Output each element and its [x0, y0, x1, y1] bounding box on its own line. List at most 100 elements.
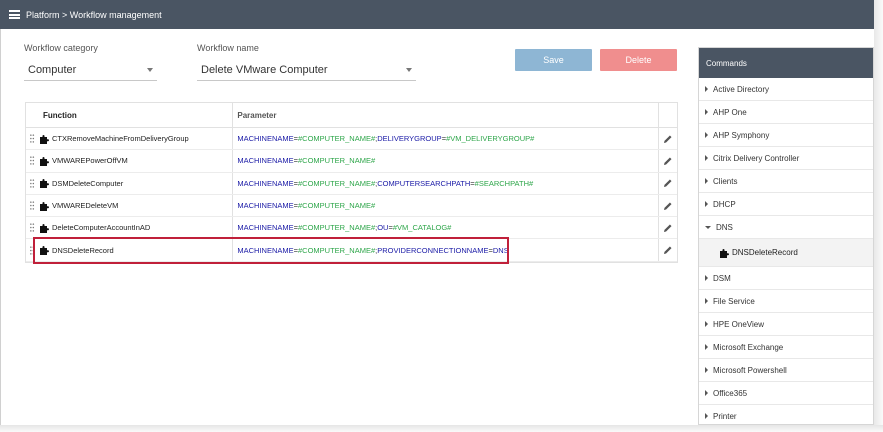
command-group[interactable]: File Service — [699, 290, 873, 313]
parameter-token: #SEARCHPATH# — [474, 178, 534, 188]
save-button[interactable]: Save — [515, 49, 592, 71]
chevron-right-icon — [705, 390, 708, 396]
commands-panel: Commands Active Directory AHP One AHP Symp… — [698, 47, 874, 428]
command-group-label: AHP Symphony — [713, 130, 770, 140]
function-name: DSMDeleteComputer — [51, 178, 124, 188]
screenshot-shadow-right — [874, 0, 883, 432]
parameter-token: OU — [377, 223, 389, 233]
edit-button[interactable] — [659, 150, 677, 171]
drag-cell[interactable] — [26, 195, 39, 216]
command-group[interactable]: AHP Symphony — [699, 124, 873, 147]
workflow-name-select[interactable]: Delete VMware Computer — [197, 59, 416, 81]
chevron-right-icon — [705, 201, 708, 207]
pencil-icon[interactable] — [664, 246, 672, 255]
chevron-down-icon — [147, 67, 153, 72]
command-group[interactable]: DHCP — [699, 193, 873, 216]
edit-button[interactable] — [659, 128, 677, 149]
puzzle-icon — [39, 134, 49, 144]
command-group-label: HPE OneView — [713, 319, 764, 329]
highlight-box — [33, 237, 509, 264]
parameter-token: #VM_DELIVERYGROUP# — [446, 134, 535, 144]
function-name: VMWAREPowerOffVM — [51, 156, 128, 166]
command-item-label: DNSDeleteRecord — [732, 248, 798, 257]
parameter-cell: MACHINENAME = #COMPUTER_NAME#; OU = #VM_CATAL… — [233, 217, 660, 239]
puzzle-icon — [39, 201, 49, 211]
puzzle-icon — [39, 156, 49, 166]
function-cell: CTXRemoveMachineFromDeliveryGroup — [39, 128, 234, 150]
drag-cell[interactable] — [26, 173, 39, 194]
table-row[interactable]: CTXRemoveMachineFromDeliveryGroup MACHINE… — [26, 128, 677, 151]
drag-handle-icon[interactable] — [30, 201, 35, 210]
command-group[interactable]: Clients — [699, 170, 873, 193]
commands-list: Active Directory AHP One AHP Symphony Citri… — [699, 78, 873, 428]
chevron-right-icon — [705, 155, 708, 161]
edit-button[interactable] — [659, 195, 677, 216]
workflow-category-select[interactable]: Computer — [24, 59, 157, 81]
top-bar: Platform > Workflow management — [0, 0, 883, 29]
command-group[interactable]: DNS — [699, 216, 873, 239]
drag-cell[interactable] — [26, 128, 39, 149]
command-group-label: Active Directory — [713, 84, 770, 94]
function-cell: DSMDeleteComputer — [39, 172, 234, 194]
parameter-token: #COMPUTER_NAME# — [298, 134, 376, 144]
command-group[interactable]: Microsoft Powershell — [699, 359, 873, 382]
parameter-token: #COMPUTER_NAME# — [298, 156, 376, 166]
command-item[interactable]: DNSDeleteRecord — [699, 239, 873, 267]
pencil-icon[interactable] — [664, 202, 672, 210]
chevron-right-icon — [705, 321, 708, 327]
command-group[interactable]: Microsoft Exchange — [699, 336, 873, 359]
parameter-cell: MACHINENAME = #COMPUTER_NAME# — [233, 194, 660, 217]
drag-handle-icon[interactable] — [30, 179, 35, 188]
function-cell: DeleteComputerAccountInAD — [39, 217, 234, 239]
command-group[interactable]: DSM — [699, 267, 873, 290]
workflow-category-label: Workflow category — [24, 43, 98, 53]
delete-button[interactable]: Delete — [600, 49, 677, 71]
drag-handle-icon[interactable] — [30, 134, 35, 143]
table-row[interactable]: DSMDeleteComputer MACHINENAME = #COMPUTER_N… — [26, 172, 677, 195]
workflow-editor: Workflow category Computer Workflow name… — [0, 29, 695, 432]
pencil-icon[interactable] — [664, 135, 672, 143]
chevron-down-icon — [406, 67, 412, 72]
command-group[interactable]: Active Directory — [699, 78, 873, 101]
pencil-icon[interactable] — [664, 224, 672, 232]
hamburger-icon[interactable] — [9, 10, 20, 19]
edit-button[interactable] — [659, 173, 677, 194]
chevron-right-icon — [705, 178, 708, 184]
workflow-category-value: Computer — [28, 63, 77, 76]
table-row[interactable]: VMWAREDeleteVM MACHINENAME = #COMPUTER_NAME… — [26, 194, 677, 218]
command-group-label: Microsoft Powershell — [713, 365, 787, 375]
screenshot-shadow-bottom — [0, 425, 883, 432]
command-group-label: Clients — [713, 176, 738, 186]
commands-title: Commands — [699, 48, 873, 78]
parameter-token: #COMPUTER_NAME# — [298, 201, 376, 211]
puzzle-icon — [39, 223, 49, 233]
chevron-right-icon — [705, 367, 708, 373]
chevron-right-icon — [705, 132, 708, 138]
pencil-icon[interactable] — [664, 179, 672, 188]
parameter-cell: MACHINENAME = #COMPUTER_NAME#; COMPUTERSEAR… — [233, 172, 660, 194]
command-group-label: Citrix Delivery Controller — [713, 153, 800, 163]
chevron-right-icon — [705, 86, 708, 92]
parameter-token: #COMPUTER_NAME# — [298, 223, 376, 233]
puzzle-icon — [720, 248, 729, 258]
pencil-icon[interactable] — [664, 157, 672, 165]
parameter-token: MACHINENAME — [237, 178, 294, 188]
command-group[interactable]: HPE OneView — [699, 313, 873, 336]
drag-cell[interactable] — [26, 150, 39, 171]
edit-button[interactable] — [659, 239, 677, 260]
drag-cell[interactable] — [26, 217, 39, 238]
drag-handle-icon[interactable] — [30, 223, 35, 232]
chevron-right-icon — [705, 298, 708, 304]
drag-handle-icon[interactable] — [30, 156, 35, 166]
parameter-cell: MACHINENAME = #COMPUTER_NAME#; DELIVERYGROU… — [233, 128, 660, 150]
command-group[interactable]: AHP One — [699, 101, 873, 124]
function-cell: VMWAREDeleteVM — [39, 194, 234, 217]
function-name: VMWAREDeleteVM — [51, 201, 119, 211]
table-row[interactable]: VMWAREPowerOffVM MACHINENAME = #COMPUTER_NA… — [26, 150, 677, 173]
workflow-name-label: Workflow name — [197, 43, 259, 53]
edit-button[interactable] — [659, 217, 677, 238]
command-group[interactable]: Office365 — [699, 382, 873, 405]
parameter-column-header: Parameter — [233, 103, 660, 127]
command-group[interactable]: Citrix Delivery Controller — [699, 147, 873, 170]
parameter-token: DELIVERYGROUP — [377, 134, 442, 144]
